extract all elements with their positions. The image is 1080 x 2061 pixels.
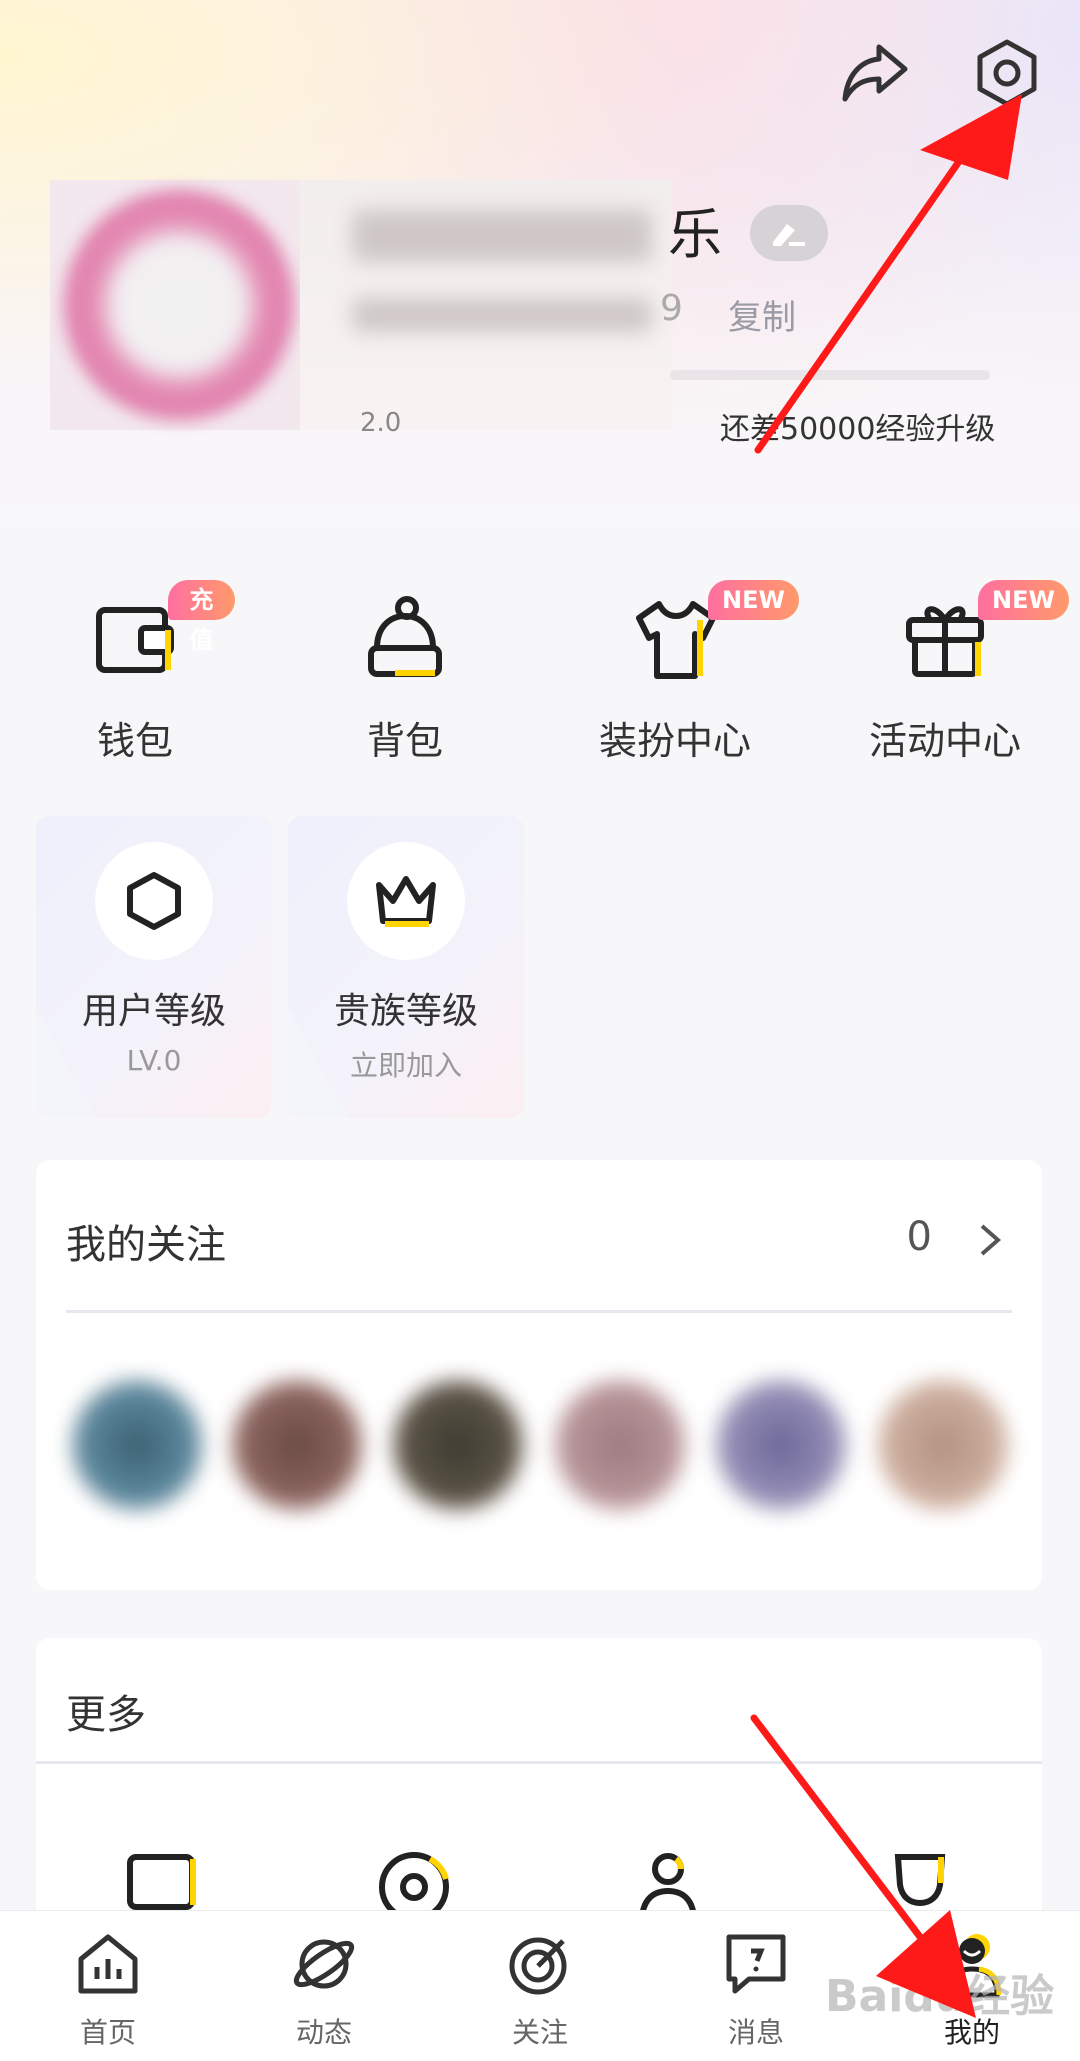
crown-icon-wrap — [347, 842, 465, 960]
hexagon-icon-wrap — [95, 842, 213, 960]
followed-user-avatar[interactable] — [878, 1380, 1008, 1510]
dressup-center-label: 装扮中心 — [598, 719, 751, 763]
level-value: 2.0 — [360, 408, 402, 438]
dressup-center-button[interactable]: 装扮中心 NEW — [575, 580, 799, 780]
pencil-icon — [773, 224, 805, 246]
message-icon — [726, 1934, 786, 1994]
blurred-profile-info — [300, 180, 672, 430]
username: 乐 — [668, 203, 722, 266]
share-button[interactable] — [830, 28, 920, 118]
gear-icon — [977, 39, 1037, 107]
avatar[interactable] — [50, 180, 300, 430]
exp-progress-bar — [670, 370, 990, 380]
tab-messages[interactable]: 消息 — [676, 1911, 836, 2061]
new-badge: NEW — [978, 580, 1069, 620]
noble-level-card[interactable]: 贵族等级 立即加入 — [288, 816, 524, 1118]
chevron-right-icon[interactable] — [978, 1222, 1002, 1258]
share-icon — [842, 44, 908, 102]
user-level-value: LV.0 — [126, 1044, 182, 1077]
settings-button[interactable] — [962, 28, 1052, 118]
watermark: Baidu经验 — [825, 1971, 1055, 2022]
tab-feed-label: 动态 — [295, 2016, 352, 2049]
my-follow-section: 我的关注 0 — [36, 1160, 1042, 1590]
followed-user-avatar[interactable] — [716, 1380, 846, 1510]
wallet-button[interactable]: 钱包 充值 — [35, 580, 235, 780]
tab-home-label: 首页 — [79, 2016, 136, 2049]
divider — [36, 1761, 1042, 1764]
crown-icon — [376, 876, 436, 927]
followed-user-avatar[interactable] — [72, 1380, 202, 1510]
followed-user-avatar[interactable] — [393, 1380, 523, 1510]
chart-home-icon — [78, 1934, 138, 1994]
divider — [66, 1310, 1012, 1313]
tab-follow-label: 关注 — [511, 2016, 568, 2049]
my-follow-title[interactable]: 我的关注 — [66, 1212, 226, 1270]
hexagon-icon — [127, 872, 181, 930]
backpack-button[interactable]: 背包 — [305, 580, 505, 780]
follow-count: 0 — [906, 1214, 932, 1260]
tab-home[interactable]: 首页 — [28, 1911, 188, 2061]
more-title: 更多 — [66, 1692, 146, 1738]
user-level-title: 用户等级 — [81, 991, 226, 1032]
activity-center-button[interactable]: 活动中心 NEW — [845, 580, 1069, 780]
backpack-label: 背包 — [366, 719, 443, 763]
recharge-badge: 充值 — [168, 580, 235, 654]
followed-user-avatar[interactable] — [232, 1380, 362, 1510]
planet-icon — [293, 1939, 355, 1989]
target-icon — [509, 1937, 567, 1995]
tab-messages-label: 消息 — [727, 2016, 784, 2049]
new-badge: NEW — [708, 580, 799, 620]
edit-profile-button[interactable] — [750, 205, 828, 261]
user-level-card[interactable]: 用户等级 LV.0 — [36, 816, 272, 1118]
activity-center-label: 活动中心 — [868, 719, 1021, 763]
noble-level-title: 贵族等级 — [333, 991, 478, 1032]
user-id: 9 — [660, 288, 683, 329]
exp-text: 还差50000经验升级 — [720, 412, 996, 447]
wallet-label: 钱包 — [96, 719, 173, 763]
tab-feed[interactable]: 动态 — [244, 1911, 404, 2061]
copy-id-button[interactable]: 复制 — [728, 290, 796, 339]
backpack-icon — [368, 596, 442, 677]
tab-follow[interactable]: 关注 — [460, 1911, 620, 2061]
followed-user-avatar[interactable] — [555, 1380, 685, 1510]
noble-join-link[interactable]: 立即加入 — [288, 1044, 524, 1084]
